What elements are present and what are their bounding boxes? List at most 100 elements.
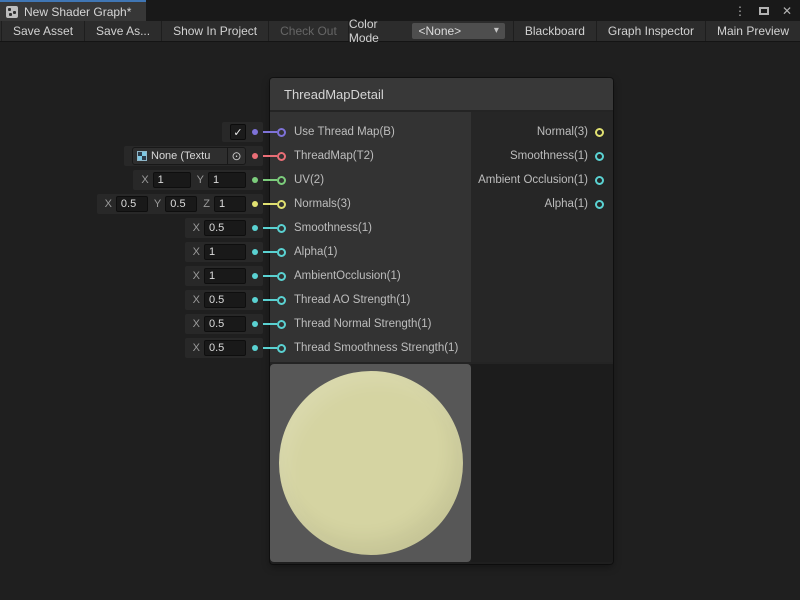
vector-x-field[interactable]: 0.5	[204, 292, 246, 308]
vector-x-field[interactable]: 0.5	[204, 340, 246, 356]
port-value-dot	[252, 177, 258, 183]
port-value-dot	[252, 225, 258, 231]
tab-new-shader-graph[interactable]: New Shader Graph*	[0, 0, 146, 21]
threadmap-texture-field[interactable]: None (Textu ⊙	[132, 147, 246, 165]
port-value-dot	[252, 201, 258, 207]
shader-preview	[270, 364, 471, 562]
unity-shader-graph-window: { "window": { "tab_title": "New Shader G…	[0, 0, 800, 600]
input-port-icon[interactable]	[277, 224, 286, 233]
texture-object-value: None (Textu	[133, 150, 227, 162]
port-wire	[263, 179, 277, 181]
widget-strip: X0.5	[185, 314, 263, 334]
axis-label: X	[193, 294, 200, 306]
preview-sphere	[279, 371, 463, 555]
port-wire	[263, 299, 277, 301]
axis-label: X	[193, 222, 200, 234]
input-port-row: Use Thread Map(B)	[270, 120, 471, 144]
input-port-icon[interactable]	[277, 176, 286, 185]
input-port-label: Thread Normal Strength(1)	[294, 318, 431, 330]
input-widget-row: X1 Y1	[133, 168, 277, 192]
vector-x-field[interactable]: 0.5	[116, 196, 148, 212]
save-as-button[interactable]: Save As...	[85, 21, 162, 41]
node-title-bar[interactable]: ThreadMapDetail	[270, 78, 613, 112]
input-port-icon[interactable]	[277, 248, 286, 257]
output-port-label: Alpha(1)	[545, 198, 588, 210]
axis-label: X	[105, 198, 112, 210]
more-icon[interactable]: ⋮	[734, 5, 746, 17]
show-in-project-button[interactable]: Show In Project	[162, 21, 269, 41]
vector-x-field[interactable]: 0.5	[204, 220, 246, 236]
port-value-dot	[252, 153, 258, 159]
input-port-label: Smoothness(1)	[294, 222, 372, 234]
input-widget-row: X 0.5	[185, 336, 277, 360]
output-port-label: Smoothness(1)	[510, 150, 588, 162]
port-value-dot	[252, 273, 258, 279]
maximize-icon[interactable]	[759, 7, 769, 15]
vector-x-field[interactable]: 0.5	[204, 316, 246, 332]
texture-thumbnail-icon	[137, 151, 147, 161]
input-widget-row: X0.5 Y0.5 Z1	[97, 192, 277, 216]
widget-strip: ✓	[222, 122, 263, 142]
node-preview-section	[270, 362, 613, 562]
input-port-label: ThreadMap(T2)	[294, 150, 374, 162]
output-port-icon[interactable]	[595, 200, 604, 209]
axis-label: X	[141, 174, 148, 186]
port-wire	[263, 227, 277, 229]
object-picker-icon[interactable]: ⊙	[227, 148, 245, 164]
widget-strip: X 0.5	[185, 218, 263, 238]
main-preview-toggle-button[interactable]: Main Preview	[705, 21, 800, 41]
port-wire	[263, 347, 277, 349]
output-port-row: Smoothness(1)	[471, 144, 613, 168]
graph-inspector-toggle-button[interactable]: Graph Inspector	[596, 21, 705, 41]
output-port-row: Normal(3)	[471, 120, 613, 144]
input-port-icon[interactable]	[277, 296, 286, 305]
input-port-icon[interactable]	[277, 344, 286, 353]
vector-x-field[interactable]: 1	[204, 244, 246, 260]
output-port-icon[interactable]	[595, 176, 604, 185]
input-port-label: UV(2)	[294, 174, 324, 186]
output-port-icon[interactable]	[595, 128, 604, 137]
input-port-row: ThreadMap(T2)	[270, 144, 471, 168]
color-mode-label: Color Mode	[349, 17, 406, 45]
use-thread-map-checkbox[interactable]: ✓	[230, 124, 246, 140]
node-threadmapdetail[interactable]: ThreadMapDetail Use Thread Map(B) Thread…	[270, 78, 613, 564]
input-widget-row: ✓	[222, 120, 277, 144]
port-value-dot	[252, 249, 258, 255]
input-port-icon[interactable]	[277, 272, 286, 281]
input-port-icon[interactable]	[277, 152, 286, 161]
input-port-row: Thread Smoothness Strength(1)	[270, 336, 471, 360]
input-port-row: Normals(3)	[270, 192, 471, 216]
check-out-button: Check Out	[269, 21, 349, 41]
vector-x-field[interactable]: 1	[204, 268, 246, 284]
widget-strip: X1 Y1	[133, 170, 263, 190]
shader-graph-icon	[6, 6, 18, 18]
close-icon[interactable]: ✕	[782, 5, 792, 17]
chevron-down-icon: ▾	[494, 26, 499, 36]
shader-graph-toolbar: Save Asset Save As... Show In Project Ch…	[0, 21, 800, 42]
input-port-icon[interactable]	[277, 320, 286, 329]
input-port-label: Alpha(1)	[294, 246, 337, 258]
input-port-label: Normals(3)	[294, 198, 351, 210]
vector-z-field[interactable]: 1	[214, 196, 246, 212]
port-wire	[263, 251, 277, 253]
axis-label: Y	[154, 198, 161, 210]
input-port-icon[interactable]	[277, 200, 286, 209]
vector-y-field[interactable]: 0.5	[165, 196, 197, 212]
preview-background	[471, 364, 613, 562]
output-port-icon[interactable]	[595, 152, 604, 161]
port-wire	[263, 323, 277, 325]
input-widget-row: None (Textu ⊙	[124, 144, 277, 168]
input-port-row: AmbientOcclusion(1)	[270, 264, 471, 288]
axis-label: X	[193, 342, 200, 354]
color-mode-dropdown[interactable]: <None> ▾	[412, 23, 504, 39]
widget-strip: None (Textu ⊙	[124, 146, 263, 166]
widget-strip: X1	[185, 242, 263, 262]
blackboard-toggle-button[interactable]: Blackboard	[513, 21, 596, 41]
widget-strip: X 0.5	[185, 338, 263, 358]
vector-y-field[interactable]: 1	[208, 172, 246, 188]
input-port-icon[interactable]	[277, 128, 286, 137]
vector-x-field[interactable]: 1	[153, 172, 191, 188]
save-asset-button[interactable]: Save Asset	[1, 21, 85, 41]
port-wire	[263, 131, 277, 133]
port-value-dot	[252, 129, 258, 135]
